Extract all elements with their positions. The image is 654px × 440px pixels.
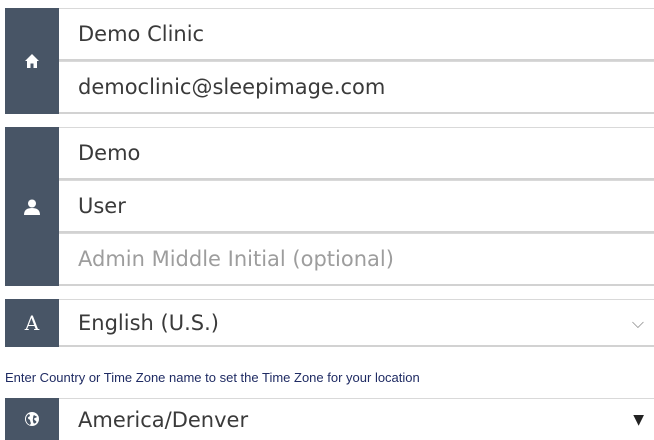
first-name-field[interactable]: Demo	[59, 127, 654, 180]
home-icon	[5, 8, 59, 114]
last-name-field[interactable]: User	[59, 180, 654, 233]
clinic-group: Demo Clinic democlinic@sleepimage.com	[5, 8, 654, 114]
timezone-hint: Enter Country or Time Zone name to set t…	[5, 370, 420, 385]
timezone-select[interactable]: America/Denver ▼	[59, 398, 654, 440]
timezone-selected-value: America/Denver	[78, 407, 249, 432]
caret-down-icon: ▼	[633, 411, 644, 428]
globe-icon	[5, 398, 59, 440]
language-select[interactable]: English (U.S.) ⌵	[59, 299, 654, 347]
user-icon	[5, 127, 59, 286]
last-name-value: User	[78, 194, 126, 218]
first-name-value: Demo	[78, 141, 141, 165]
language-icon-glyph: A	[24, 311, 40, 335]
clinic-email-field[interactable]: democlinic@sleepimage.com	[59, 61, 654, 114]
language-icon: A	[5, 299, 59, 347]
clinic-name-field[interactable]: Demo Clinic	[59, 8, 654, 61]
language-selected-value: English (U.S.)	[78, 310, 219, 335]
chevron-down-icon: ⌵	[631, 312, 644, 332]
middle-initial-placeholder: Admin Middle Initial (optional)	[78, 247, 394, 271]
timezone-group: America/Denver ▼	[5, 398, 654, 440]
language-group: A English (U.S.) ⌵	[5, 299, 654, 347]
clinic-name-value: Demo Clinic	[78, 22, 205, 46]
clinic-email-value: democlinic@sleepimage.com	[78, 75, 386, 99]
admin-name-group: Demo User Admin Middle Initial (optional…	[5, 127, 654, 286]
middle-initial-field[interactable]: Admin Middle Initial (optional)	[59, 233, 654, 286]
